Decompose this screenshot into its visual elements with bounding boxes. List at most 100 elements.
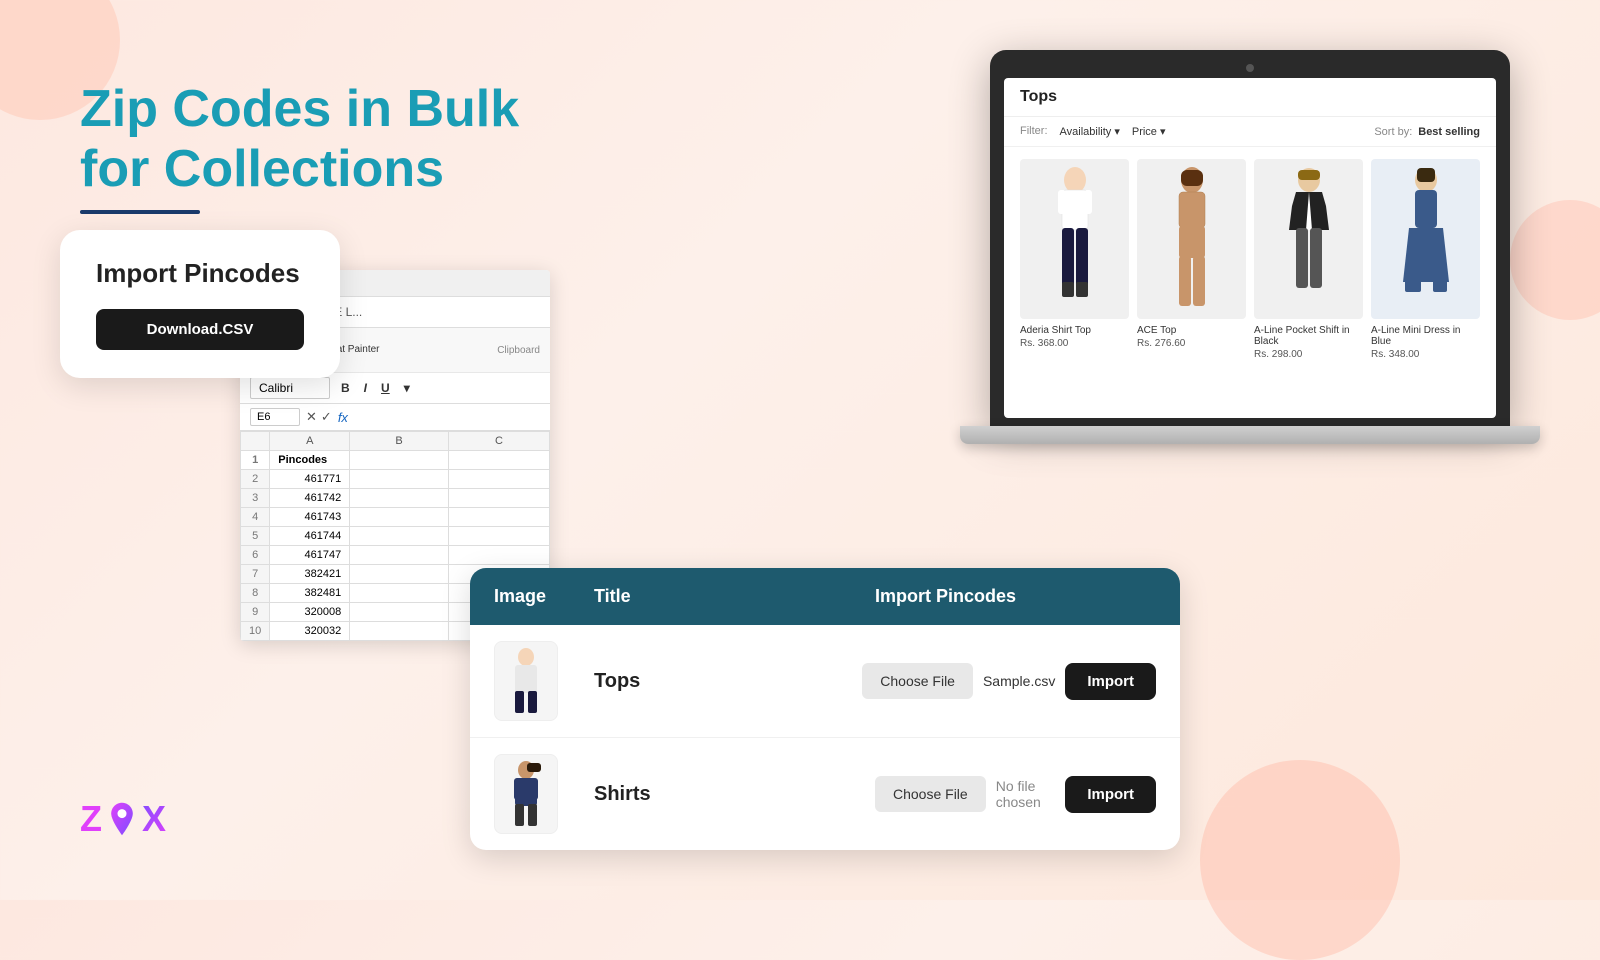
formula-check-icon: ✓	[321, 409, 332, 425]
row-num: 10	[241, 622, 270, 641]
row-num: 7	[241, 565, 270, 584]
zox-logo: Z X	[80, 798, 166, 840]
tops-action-col: Choose File Sample.csv Import	[862, 663, 1156, 700]
import-table: Image Title Import Pincodes Tops Choose …	[470, 568, 1180, 850]
row-num-header	[241, 432, 270, 451]
tops-import-button[interactable]: Import	[1065, 663, 1156, 700]
col-b-header: B	[350, 432, 449, 451]
filter-label: Filter:	[1020, 125, 1048, 138]
row-num: 9	[241, 603, 270, 622]
title-underline	[80, 210, 200, 214]
laptop-screen: Tops Filter: Availability ▾ Price ▾ Sort…	[990, 50, 1510, 426]
shirts-choose-file-button[interactable]: Choose File	[875, 776, 986, 812]
excel-data-row: 3 461742	[241, 489, 550, 508]
laptop-container: Tops Filter: Availability ▾ Price ▾ Sort…	[990, 50, 1540, 444]
col-b-empty	[350, 565, 449, 584]
row-1-num: 1	[241, 451, 270, 470]
clipboard-label: Clipboard	[497, 345, 540, 356]
price-filter[interactable]: Price ▾	[1132, 125, 1166, 138]
product-3-image	[1254, 159, 1363, 319]
product-1-name: Aderia Shirt Top	[1020, 325, 1129, 336]
shop-product-1: Aderia Shirt Top Rs. 368.00	[1020, 159, 1129, 360]
excel-data-row: 4 461743	[241, 508, 550, 527]
pincode-value: 461742	[270, 489, 350, 508]
shirts-title-col: Shirts	[594, 783, 875, 806]
shop-filters: Filter: Availability ▾ Price ▾ Sort by: …	[1004, 117, 1496, 147]
row-num: 2	[241, 470, 270, 489]
underline-btn[interactable]: U	[376, 379, 395, 397]
col-b-empty	[350, 546, 449, 565]
formula-fx-icon: fx	[338, 410, 348, 425]
pincode-value: 320008	[270, 603, 350, 622]
pincode-value: 461771	[270, 470, 350, 489]
product-2-name: ACE Top	[1137, 325, 1246, 336]
pincode-value: 382421	[270, 565, 350, 584]
shirts-action-col: Choose File No file chosen Import	[875, 776, 1156, 813]
main-content: Zip Codes in Bulk for Collections Import…	[0, 0, 1600, 900]
sort-by-section: Sort by: Best selling	[1374, 125, 1480, 138]
col-c-empty	[448, 489, 549, 508]
shop-product-4: A-Line Mini Dress in Blue Rs. 348.00	[1371, 159, 1480, 360]
logo-z: Z	[80, 798, 102, 840]
col-c-empty	[448, 508, 549, 527]
table-header-title: Title	[594, 586, 875, 607]
shirts-file-name: No file chosen	[996, 778, 1056, 810]
col-b-empty	[350, 470, 449, 489]
table-header-import: Import Pincodes	[875, 586, 1156, 607]
dropdown-btn[interactable]: ▾	[399, 379, 415, 397]
col-b-empty	[350, 527, 449, 546]
col-b-empty	[350, 508, 449, 527]
excel-font-name: Calibri	[250, 377, 330, 399]
italic-btn[interactable]: I	[359, 379, 372, 397]
tops-title-col: Tops	[594, 670, 862, 693]
shop-products-grid: Aderia Shirt Top Rs. 368.00	[1004, 147, 1496, 372]
title-section: Zip Codes in Bulk for Collections	[80, 80, 519, 214]
tops-product-image	[494, 641, 558, 721]
pincode-value: 320032	[270, 622, 350, 641]
product-2-price: Rs. 276.60	[1137, 338, 1246, 349]
formula-icons: ✕ ✓	[306, 409, 332, 425]
product-3-price: Rs. 298.00	[1254, 349, 1363, 360]
sort-by-value[interactable]: Best selling	[1418, 126, 1480, 138]
laptop-screen-content: Tops Filter: Availability ▾ Price ▾ Sort…	[1004, 78, 1496, 418]
pincode-value: 461744	[270, 527, 350, 546]
availability-filter[interactable]: Availability ▾	[1060, 125, 1120, 138]
pincode-value: 382481	[270, 584, 350, 603]
row-1-b	[350, 451, 449, 470]
bold-btn[interactable]: B	[336, 379, 355, 397]
excel-data-row: 5 461744	[241, 527, 550, 546]
col-c-empty	[448, 527, 549, 546]
shop-header: Tops	[1004, 78, 1496, 117]
col-a-header: A	[270, 432, 350, 451]
download-csv-button[interactable]: Download.CSV	[96, 309, 304, 350]
row-num: 5	[241, 527, 270, 546]
shop-title: Tops	[1020, 88, 1057, 106]
row-num: 4	[241, 508, 270, 527]
excel-format-btns: B I U ▾	[336, 379, 415, 397]
col-c-header: C	[448, 432, 549, 451]
shop-product-3: A-Line Pocket Shift in Black Rs. 298.00	[1254, 159, 1363, 360]
tops-file-name: Sample.csv	[983, 673, 1055, 689]
shirts-title: Shirts	[594, 783, 651, 806]
tops-choose-file-button[interactable]: Choose File	[862, 663, 973, 699]
import-card-title: Import Pincodes	[96, 258, 304, 289]
row-num: 8	[241, 584, 270, 603]
col-b-empty	[350, 603, 449, 622]
product-3-name: A-Line Pocket Shift in Black	[1254, 325, 1363, 347]
pincodes-header-cell: Pincodes	[270, 451, 350, 470]
table-header: Image Title Import Pincodes	[470, 568, 1180, 625]
shirts-import-button[interactable]: Import	[1065, 776, 1156, 813]
excel-data-row: 2 461771	[241, 470, 550, 489]
row-num: 3	[241, 489, 270, 508]
product-4-image	[1371, 159, 1480, 319]
cell-reference[interactable]: E6	[250, 408, 300, 426]
pincode-value: 461747	[270, 546, 350, 565]
col-b-empty	[350, 584, 449, 603]
logo-x: X	[142, 798, 166, 840]
logo-pin-icon	[108, 801, 136, 837]
sort-by-label: Sort by:	[1374, 126, 1412, 138]
product-2-image	[1137, 159, 1246, 319]
product-4-price: Rs. 348.00	[1371, 349, 1480, 360]
formula-x-icon: ✕	[306, 409, 317, 425]
laptop-camera	[1246, 64, 1254, 72]
